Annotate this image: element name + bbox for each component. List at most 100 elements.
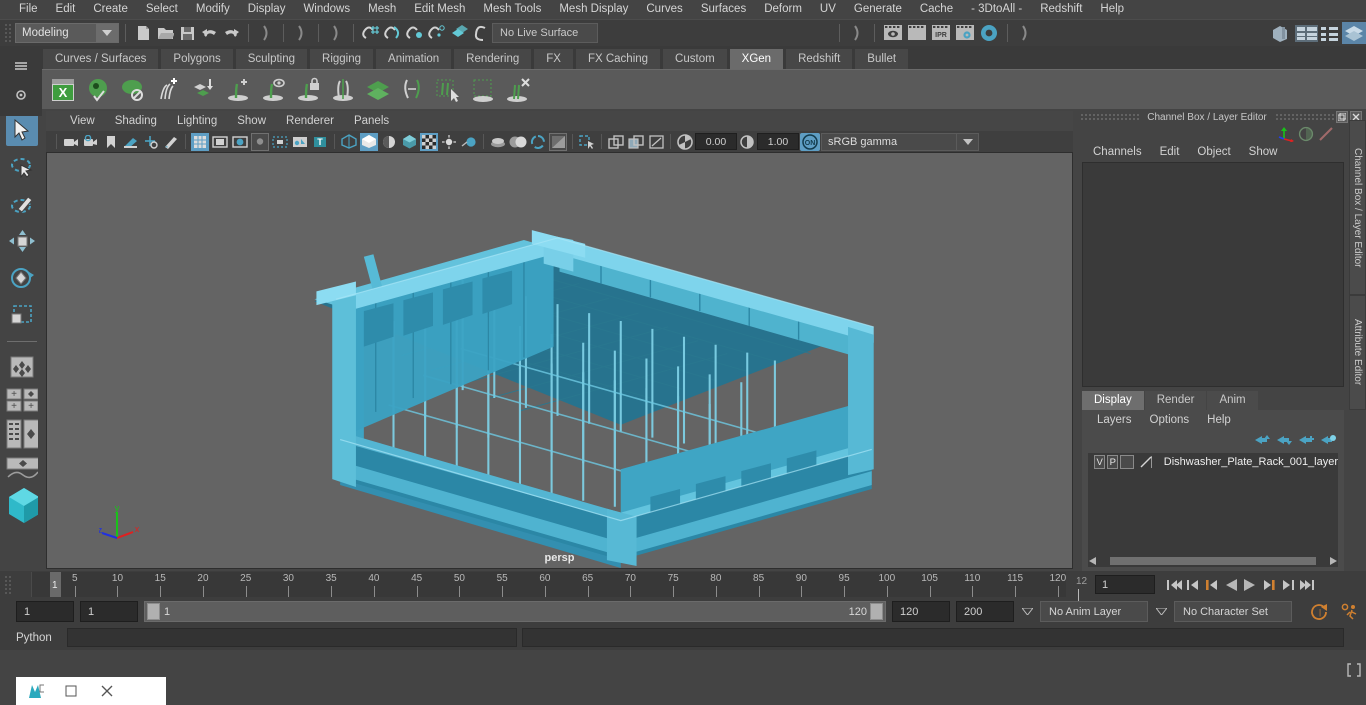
step-back-keyframe-icon[interactable] [1184,575,1202,595]
object-menu[interactable]: Object [1188,146,1239,158]
current-frame-field[interactable]: 1 [1095,575,1155,594]
options-menu[interactable]: Options [1141,414,1199,426]
menu-item-help[interactable]: Help [1091,0,1133,19]
shelf-options-icon[interactable] [14,88,28,102]
xgen-convert-icon[interactable] [396,73,430,107]
side-tab-attribute-editor[interactable]: Attribute Editor [1349,295,1366,410]
modeling-toolkit-icon[interactable] [1318,126,1338,142]
resolution-gate-icon[interactable] [231,133,249,151]
range-slider[interactable]: 1 120 [144,601,886,622]
move-layer-down-icon[interactable] [1277,434,1292,446]
scale-tool[interactable] [6,298,38,331]
tab-anim[interactable]: Anim [1207,391,1258,410]
tab-render[interactable]: Render [1144,391,1207,410]
maya-app-icon[interactable] [26,682,44,700]
select-by-object-icon[interactable] [291,23,311,43]
menu-item-mesh-display[interactable]: Mesh Display [550,0,637,19]
textured-icon[interactable] [400,133,418,151]
shelf-tab-animation[interactable]: Animation [375,48,453,69]
xgen-display-icon[interactable] [256,73,290,107]
quick-layout-outliner-persp[interactable] [6,417,38,451]
shelf-tab-rigging[interactable]: Rigging [309,48,375,69]
2d-pan-zoom-icon[interactable] [142,133,160,151]
grease-pencil-icon[interactable] [162,133,180,151]
new-layer-icon[interactable] [1299,434,1314,446]
go-to-start-icon[interactable] [1165,575,1183,595]
rotate-tool[interactable] [6,261,38,294]
select-camera-icon[interactable] [62,133,80,151]
color-management-toggle-icon[interactable]: ON [800,132,820,151]
exposure-up-icon[interactable] [607,133,625,151]
anti-alias-icon[interactable] [509,133,527,151]
xgen-region-icon[interactable] [466,73,500,107]
xgen-disable-preview-icon[interactable] [116,73,150,107]
snap-to-view-plane-icon[interactable] [449,23,469,43]
move-tool[interactable] [6,224,38,257]
step-forward-frame-icon[interactable] [1260,575,1278,595]
new-scene-icon[interactable] [133,23,153,43]
shelf-tab-fx-caching[interactable]: FX Caching [574,48,662,69]
channels-menu[interactable]: Channels [1084,146,1151,158]
shelf-tab-redshift[interactable]: Redshift [785,48,854,69]
menu-item-redshift[interactable]: Redshift [1031,0,1091,19]
shadows-icon[interactable] [440,133,458,151]
undo-icon[interactable] [199,23,219,43]
move-layer-up-icon[interactable] [1255,434,1270,446]
range-slider-right-handle[interactable] [870,603,883,620]
menu-item-generate[interactable]: Generate [845,0,911,19]
render-current-frame-icon[interactable] [881,22,905,44]
outliner-icon[interactable] [1294,22,1318,44]
layer-list[interactable]: V P Dishwasher_Plate_Rack_001_layer [1088,453,1338,555]
live-surface-field[interactable]: No Live Surface [492,23,598,43]
panel-drag-dots[interactable] [1080,113,1140,121]
command-input[interactable] [67,628,517,647]
layer-name[interactable]: Dishwasher_Plate_Rack_001_layer [1164,456,1338,468]
shelf-tab-sculpting[interactable]: Sculpting [234,48,309,69]
range-end-field[interactable]: 120 [892,601,950,622]
viewport-menu-panels[interactable]: Panels [344,115,399,127]
xgen-import-collection-icon[interactable] [186,73,220,107]
image-plane-icon[interactable] [122,133,140,151]
auto-key-icon[interactable]: | [1310,603,1330,621]
lasso-select-tool[interactable] [6,150,38,183]
table-row[interactable]: V P Dishwasher_Plate_Rack_001_layer [1088,453,1338,471]
shelf-tab-xgen[interactable]: XGen [728,48,785,69]
script-editor-icon[interactable] [1346,662,1362,678]
isolate-select-icon[interactable] [529,133,547,151]
close-window-icon[interactable] [98,682,116,700]
viewport-menu-renderer[interactable]: Renderer [276,115,344,127]
command-language-label[interactable]: Python [16,632,62,644]
motion-blur-icon[interactable] [489,133,507,151]
menu-item-cache[interactable]: Cache [911,0,962,19]
camera-attributes-icon[interactable] [82,133,100,151]
hypershade-icon[interactable] [977,22,1001,44]
layer-list-scrollbar[interactable] [1088,555,1338,567]
layers-menu[interactable]: Layers [1088,414,1141,426]
chevron-down-icon[interactable] [1020,608,1034,615]
status-line-grip[interactable] [4,23,11,43]
exposure-field[interactable]: 0.00 [695,133,737,150]
go-to-end-icon[interactable] [1298,575,1316,595]
scrollbar-thumb[interactable] [1110,557,1316,565]
chevron-down-icon[interactable] [957,132,979,151]
menu-item-3dtoall[interactable]: - 3DtoAll - [962,0,1031,19]
xgen-select-guides-icon[interactable] [431,73,465,107]
menu-item-select[interactable]: Select [137,0,187,19]
animation-preferences-icon[interactable] [1340,603,1360,621]
attribute-editor-icon[interactable] [1318,22,1342,44]
attribute-editor-icon[interactable] [1298,126,1318,142]
command-result-field[interactable] [522,628,1344,647]
film-origin-icon[interactable] [271,133,289,151]
play-forwards-icon[interactable] [1241,575,1259,595]
xray-active-components-icon[interactable] [578,133,596,151]
anim-start-field[interactable]: 1 [16,601,74,622]
select-by-hierarchy-icon[interactable] [256,23,276,43]
xray-joints-icon[interactable]: T [311,133,329,151]
gamma-field[interactable]: 1.00 [757,133,799,150]
select-tool[interactable] [6,113,38,146]
shelf-tab-polygons[interactable]: Polygons [160,48,234,69]
smooth-shade-icon[interactable] [360,132,378,151]
menu-set-selector[interactable]: Modeling [15,23,119,43]
character-set-field[interactable]: No Character Set [1174,601,1292,622]
xgen-add-grooming-icon[interactable] [221,73,255,107]
